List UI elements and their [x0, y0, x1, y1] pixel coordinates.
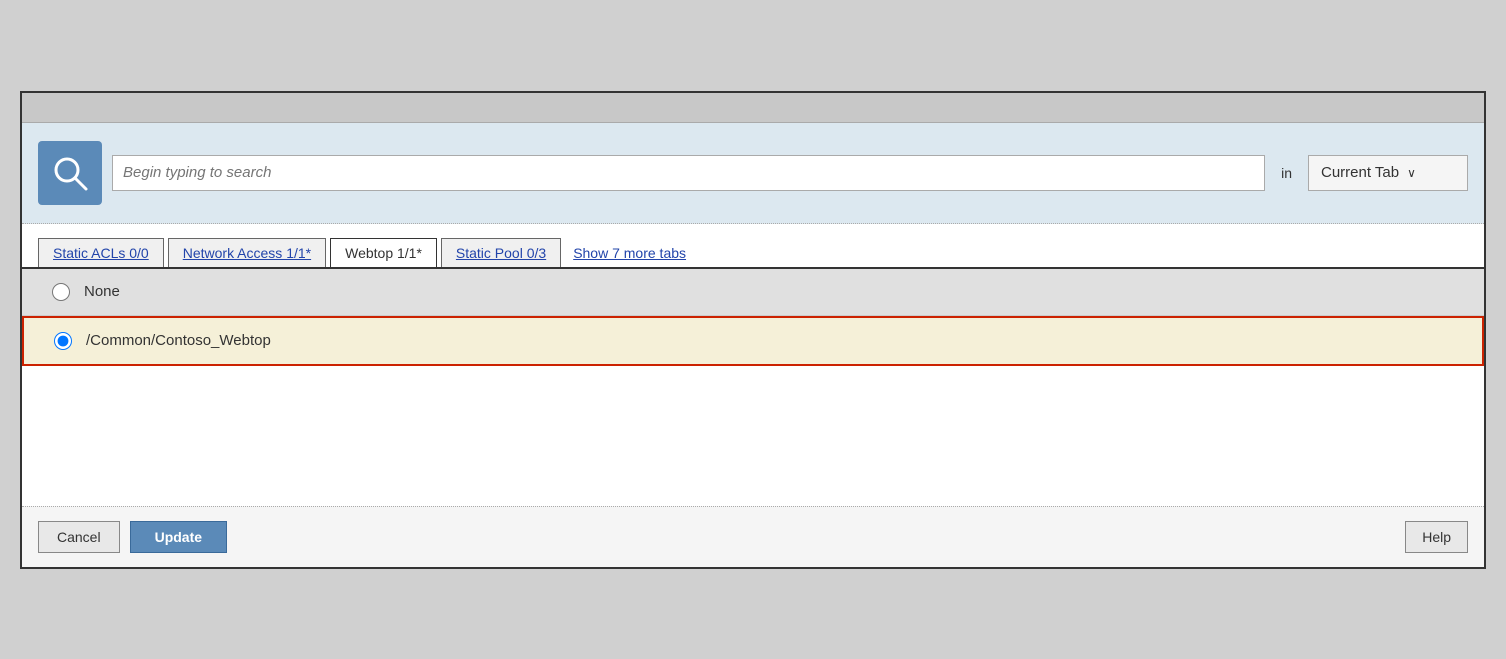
search-icon-box [38, 141, 102, 205]
tab-network-access[interactable]: Network Access 1/1* [168, 238, 326, 267]
dialog: in Current Tab ∨ Static ACLs 0/0 Network… [20, 91, 1486, 569]
option-none-row: None [22, 269, 1484, 316]
content-area: None /Common/Contoso_Webtop [22, 269, 1484, 506]
tab-webtop[interactable]: Webtop 1/1* [330, 238, 437, 267]
option-none-radio[interactable] [52, 283, 70, 301]
help-button[interactable]: Help [1405, 521, 1468, 553]
cancel-button[interactable]: Cancel [38, 521, 120, 553]
update-button[interactable]: Update [130, 521, 227, 553]
chevron-down-icon: ∨ [1407, 166, 1416, 180]
title-bar [22, 93, 1484, 123]
tab-static-pool[interactable]: Static Pool 0/3 [441, 238, 561, 267]
scope-dropdown[interactable]: Current Tab ∨ [1308, 155, 1468, 191]
option-contoso-row: /Common/Contoso_Webtop [22, 316, 1484, 366]
in-label: in [1281, 165, 1292, 181]
option-contoso-radio[interactable] [54, 332, 72, 350]
show-more-tabs-link[interactable]: Show 7 more tabs [573, 245, 686, 267]
option-contoso-label[interactable]: /Common/Contoso_Webtop [86, 332, 271, 349]
option-none-label[interactable]: None [84, 283, 120, 300]
empty-space [22, 366, 1484, 506]
search-icon [50, 153, 90, 193]
search-input[interactable] [112, 155, 1265, 191]
search-area: in Current Tab ∨ [22, 123, 1484, 224]
tab-static-acls[interactable]: Static ACLs 0/0 [38, 238, 164, 267]
scope-label: Current Tab [1321, 164, 1399, 181]
tabs-area: Static ACLs 0/0 Network Access 1/1* Webt… [22, 224, 1484, 269]
bottom-bar: Cancel Update Help [22, 506, 1484, 567]
